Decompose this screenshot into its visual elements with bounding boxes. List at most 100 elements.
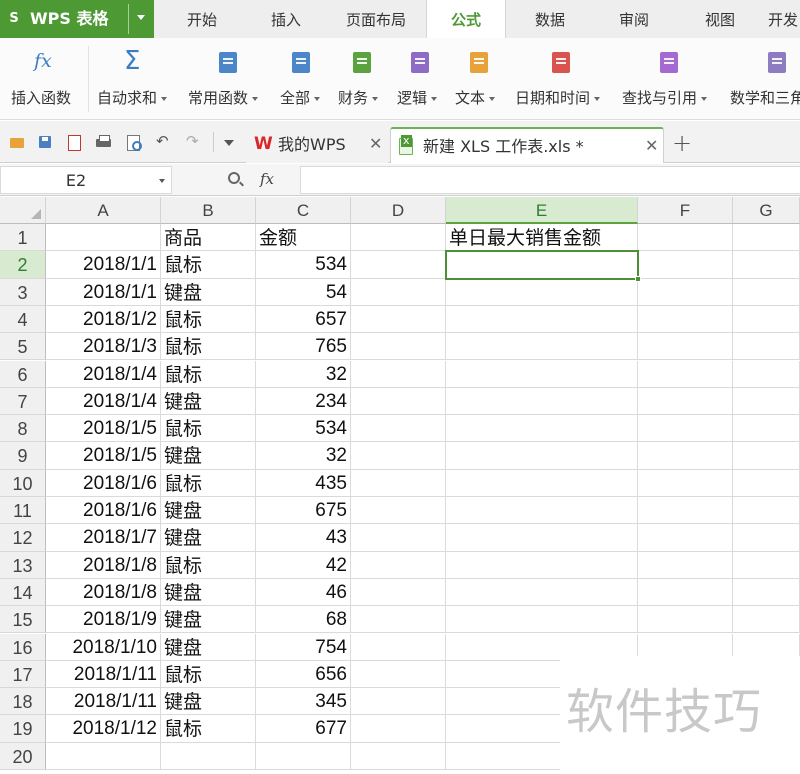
- select-all-corner[interactable]: [0, 197, 46, 224]
- cell-c5[interactable]: 765: [256, 333, 351, 361]
- cell-g14[interactable]: [733, 578, 800, 607]
- tab-page-layout[interactable]: 页面布局: [330, 0, 422, 38]
- cell-c4[interactable]: 657: [256, 305, 351, 334]
- cell-d18[interactable]: [351, 688, 446, 716]
- row-header-1[interactable]: 1: [0, 224, 46, 252]
- print-preview-icon[interactable]: [126, 135, 142, 151]
- cell-b11[interactable]: 键盘: [161, 497, 256, 525]
- cell-a5[interactable]: 2018/1/3: [46, 333, 161, 361]
- cell-f1[interactable]: [638, 224, 733, 252]
- common-functions-button[interactable]: 常用函数: [188, 38, 276, 118]
- cell-d5[interactable]: [351, 333, 446, 361]
- cell-c12[interactable]: 43: [256, 524, 351, 552]
- tab-review[interactable]: 审阅: [594, 0, 674, 38]
- cell-c15[interactable]: 68: [256, 606, 351, 634]
- cell-f11[interactable]: [638, 497, 733, 525]
- cell-a8[interactable]: 2018/1/5: [46, 415, 161, 443]
- cell-b15[interactable]: 键盘: [161, 606, 256, 634]
- fill-handle[interactable]: [635, 275, 641, 282]
- cell-c3[interactable]: 54: [256, 278, 351, 306]
- row-header-16[interactable]: 16: [0, 633, 46, 661]
- row-header-10[interactable]: 10: [0, 469, 46, 497]
- tab-view[interactable]: 视图: [680, 0, 760, 38]
- math-trig-button[interactable]: 数学和三角: [730, 38, 800, 118]
- print-icon[interactable]: [96, 135, 112, 149]
- row-header-18[interactable]: 18: [0, 688, 46, 716]
- cell-b5[interactable]: 鼠标: [161, 333, 256, 361]
- cell-d19[interactable]: [351, 715, 446, 743]
- doc-tab-xls-workbook[interactable]: 新建 XLS 工作表.xls * ✕: [390, 127, 664, 163]
- cell-d1[interactable]: [351, 224, 446, 252]
- cell-d20[interactable]: [351, 742, 446, 770]
- logical-functions-dropdown-icon[interactable]: [431, 96, 438, 101]
- cell-c13[interactable]: 42: [256, 551, 351, 579]
- cell-e13[interactable]: [446, 551, 638, 579]
- cell-b9[interactable]: 键盘: [161, 442, 256, 470]
- row-header-5[interactable]: 5: [0, 333, 46, 361]
- row-header-4[interactable]: 4: [0, 305, 46, 334]
- close-tab-icon[interactable]: ✕: [645, 135, 658, 157]
- cell-c11[interactable]: 675: [256, 497, 351, 525]
- cell-a4[interactable]: 2018/1/2: [46, 305, 161, 334]
- cell-d6[interactable]: [351, 360, 446, 388]
- cell-d16[interactable]: [351, 633, 446, 661]
- name-box-value[interactable]: E2: [1, 171, 151, 191]
- tab-formulas[interactable]: 公式: [426, 0, 506, 38]
- cell-e4[interactable]: [446, 305, 638, 334]
- cell-e7[interactable]: [446, 387, 638, 416]
- row-header-11[interactable]: 11: [0, 497, 46, 525]
- doc-tab-my-wps[interactable]: W 我的WPS ✕: [246, 127, 388, 163]
- cell-b13[interactable]: 鼠标: [161, 551, 256, 579]
- save-icon[interactable]: [38, 135, 54, 149]
- cell-b20[interactable]: [161, 742, 256, 770]
- cell-c20[interactable]: [256, 742, 351, 770]
- cell-g10[interactable]: [733, 469, 800, 497]
- column-header-d[interactable]: D: [351, 197, 446, 224]
- text-functions-button[interactable]: 文本: [454, 38, 506, 118]
- cell-a19[interactable]: 2018/1/12: [46, 715, 161, 743]
- cell-b12[interactable]: 键盘: [161, 524, 256, 552]
- cell-b2[interactable]: 鼠标: [161, 251, 256, 279]
- row-header-20[interactable]: 20: [0, 742, 46, 770]
- cell-g5[interactable]: [733, 333, 800, 361]
- cell-d11[interactable]: [351, 497, 446, 525]
- cell-a16[interactable]: 2018/1/10: [46, 633, 161, 661]
- cell-e9[interactable]: [446, 442, 638, 470]
- close-tab-icon[interactable]: ✕: [369, 133, 382, 155]
- column-header-f[interactable]: F: [638, 197, 733, 224]
- cell-c6[interactable]: 32: [256, 360, 351, 388]
- cell-f5[interactable]: [638, 333, 733, 361]
- all-functions-dropdown-icon[interactable]: [314, 96, 321, 101]
- cell-c7[interactable]: 234: [256, 387, 351, 416]
- cell-e2[interactable]: [446, 251, 638, 279]
- cell-e1[interactable]: 单日最大销售金额: [446, 224, 638, 252]
- row-header-6[interactable]: 6: [0, 360, 46, 388]
- cell-c8[interactable]: 534: [256, 415, 351, 443]
- cell-c14[interactable]: 46: [256, 578, 351, 607]
- cell-f3[interactable]: [638, 278, 733, 306]
- cell-a11[interactable]: 2018/1/6: [46, 497, 161, 525]
- cell-b18[interactable]: 键盘: [161, 688, 256, 716]
- cell-g1[interactable]: [733, 224, 800, 252]
- open-folder-icon[interactable]: [10, 135, 26, 149]
- row-header-17[interactable]: 17: [0, 660, 46, 689]
- cell-f4[interactable]: [638, 305, 733, 334]
- cell-c1[interactable]: 金额: [256, 224, 351, 252]
- cell-g2[interactable]: [733, 251, 800, 279]
- row-header-7[interactable]: 7: [0, 387, 46, 416]
- datetime-functions-dropdown-icon[interactable]: [594, 96, 601, 101]
- tab-data[interactable]: 数据: [510, 0, 590, 38]
- cell-a10[interactable]: 2018/1/6: [46, 469, 161, 497]
- cell-b6[interactable]: 鼠标: [161, 360, 256, 388]
- cell-c18[interactable]: 345: [256, 688, 351, 716]
- cell-d7[interactable]: [351, 387, 446, 416]
- cell-g13[interactable]: [733, 551, 800, 579]
- cell-g11[interactable]: [733, 497, 800, 525]
- common-functions-dropdown-icon[interactable]: [252, 96, 259, 101]
- tab-insert[interactable]: 插入: [246, 0, 326, 38]
- cell-b10[interactable]: 鼠标: [161, 469, 256, 497]
- column-header-a[interactable]: A: [46, 197, 161, 224]
- undo-icon[interactable]: ↶: [156, 131, 169, 151]
- row-header-19[interactable]: 19: [0, 715, 46, 743]
- cell-b1[interactable]: 商品: [161, 224, 256, 252]
